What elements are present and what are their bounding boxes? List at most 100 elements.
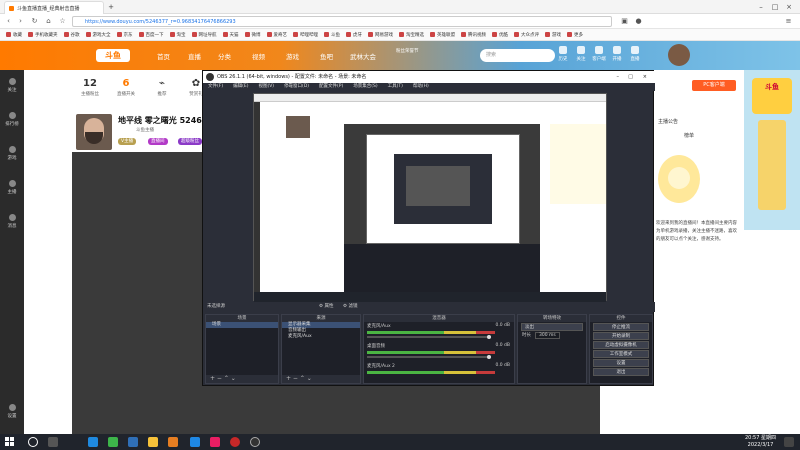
nav-promo-badge[interactable]: 粉丝荣誉节 (396, 48, 419, 54)
star-icon[interactable]: ☆ (58, 17, 67, 26)
search-icon[interactable] (28, 437, 38, 447)
task-view-icon[interactable] (48, 437, 58, 447)
bookmark-item[interactable]: 英雄联盟 (430, 32, 455, 38)
nav-home[interactable]: 首页 (157, 51, 170, 61)
start-recording-button[interactable]: 开始录制 (593, 332, 649, 340)
rail-item-follow[interactable]: 关注 (2, 78, 22, 93)
bookmark-item[interactable]: 游戏大全 (85, 32, 111, 38)
bookmark-item[interactable]: 网易游戏 (368, 32, 393, 38)
side-ad[interactable]: 斗鱼 (744, 70, 800, 230)
nav-video[interactable]: 视频 (252, 51, 265, 61)
chrome-icon[interactable] (108, 437, 118, 447)
duration-input[interactable]: 300 ms (535, 332, 560, 339)
settings-button[interactable]: 设置 (593, 359, 649, 367)
bookmark-item[interactable]: 优酷 (492, 32, 508, 38)
bookmark-item[interactable]: 腾讯视频 (461, 32, 486, 38)
nav-category[interactable]: 分类 (218, 51, 231, 61)
app-icon[interactable] (168, 437, 178, 447)
nav-fishbar[interactable]: 鱼吧 (320, 51, 333, 61)
obs-menu-item[interactable]: 停靠窗口(D) (284, 83, 309, 91)
obs-menu-item[interactable]: 场景集合(S) (353, 83, 377, 91)
bookmark-item[interactable]: 淘宝 (169, 32, 186, 38)
rail-item-games[interactable]: 游戏 (2, 146, 22, 161)
bookmark-item[interactable]: 更多 (567, 32, 583, 38)
nav-games[interactable]: 游戏 (286, 51, 299, 61)
transition-select[interactable]: 淡出 (521, 323, 583, 331)
filters-button[interactable]: ⚙ 滤镜 (343, 302, 357, 312)
obs-menu-item[interactable]: 帮助(H) (413, 83, 429, 91)
app-icon[interactable] (190, 437, 200, 447)
windows-start-icon[interactable] (5, 437, 15, 447)
extension-icon[interactable]: ▣ (620, 17, 629, 26)
exit-button[interactable]: 退出 (593, 368, 649, 376)
app-icon[interactable] (210, 437, 220, 447)
bookmark-item[interactable]: 网址导航 (191, 32, 217, 38)
stat-fans[interactable]: 12 主播粉丝 (74, 78, 106, 97)
client-button[interactable]: 客户端 (592, 46, 606, 62)
forward-icon[interactable]: › (16, 17, 25, 26)
pc-client-button[interactable]: PC客户端 (692, 80, 736, 91)
bookmark-item[interactable]: 天猫 (222, 32, 239, 38)
obs-close-icon[interactable]: × (643, 71, 647, 83)
notification-icon[interactable] (784, 437, 794, 447)
url-input[interactable]: https://www.douyu.com/5246377_r=0.968341… (72, 16, 612, 27)
obs-preview[interactable] (253, 93, 607, 302)
obs-menu-item[interactable]: 工具(T) (388, 83, 403, 91)
bookmark-item[interactable]: 百度一下 (138, 32, 164, 38)
rail-item-settings[interactable]: 设置 (2, 404, 22, 419)
stat-recommend[interactable]: ⌁ 推荐 (146, 78, 178, 97)
bookmark-item[interactable]: 收藏 (6, 32, 22, 38)
user-avatar[interactable] (668, 44, 690, 66)
tab-announcement[interactable]: 主播公告 (658, 118, 678, 125)
obs-maximize-icon[interactable]: □ (628, 71, 633, 83)
minimize-icon[interactable]: – (756, 2, 766, 12)
site-logo[interactable]: 斗鱼 (96, 49, 130, 62)
menu-icon[interactable]: ≡ (784, 17, 793, 26)
tab-ranking[interactable]: 榜单 (684, 132, 694, 139)
stat-live[interactable]: 6 直播开关 (110, 78, 142, 97)
search-input[interactable]: 搜索 (480, 49, 555, 62)
obs-menu-item[interactable]: 文件(F) (208, 83, 223, 91)
studio-mode-button[interactable]: 工作室模式 (593, 350, 649, 358)
rail-item-rank[interactable]: 排行榜 (2, 112, 22, 127)
follow-button[interactable]: 关注 (574, 46, 588, 62)
reload-icon[interactable]: ↻ (30, 17, 39, 26)
maximize-icon[interactable]: □ (770, 2, 780, 12)
obs-menu-item[interactable]: 视图(V) (258, 83, 274, 91)
start-stream-button[interactable]: 开播 (610, 46, 624, 62)
nav-live[interactable]: 直播 (188, 51, 201, 61)
bookmark-item[interactable]: 手机收藏夹 (28, 32, 58, 38)
app-icon[interactable] (230, 437, 240, 447)
sources-toolbar[interactable]: + − ⌃ ⌄ (282, 375, 360, 383)
bookmark-item[interactable]: 哔哩哔哩 (293, 32, 318, 38)
folder-icon[interactable] (148, 437, 158, 447)
bookmark-item[interactable]: 斗鱼 (324, 32, 340, 38)
rail-item-messages[interactable]: 消息 (2, 214, 22, 229)
scene-item[interactable]: 场景 (206, 322, 278, 328)
source-item[interactable]: 麦克风/Aux (282, 334, 360, 340)
bookmark-item[interactable]: 谷歌 (63, 32, 80, 38)
close-icon[interactable]: × (784, 2, 794, 12)
obs-menu-item[interactable]: 编辑(E) (233, 83, 248, 91)
streamer-avatar[interactable] (76, 114, 112, 150)
bookmark-item[interactable]: 游戏 (545, 32, 561, 38)
volume-slider[interactable] (367, 355, 491, 359)
profile-icon[interactable]: ● (634, 17, 643, 26)
scenes-toolbar[interactable]: + − ⌃ ⌄ (206, 375, 278, 383)
browser-tab[interactable]: 斗鱼直播直播_经典射击直播 (4, 1, 104, 14)
properties-button[interactable]: ⚙ 属性 (319, 302, 333, 312)
bookmark-item[interactable]: 大众点评 (514, 32, 539, 38)
obs-minimize-icon[interactable]: – (617, 71, 620, 83)
home-icon[interactable]: ⌂ (44, 17, 53, 26)
stop-streaming-button[interactable]: 停止推流 (593, 323, 649, 331)
history-button[interactable]: 历史 (556, 46, 570, 62)
bookmark-item[interactable]: 淘宝精选 (399, 32, 424, 38)
bookmark-item[interactable]: 爱奇艺 (266, 32, 287, 38)
app-icon[interactable] (128, 437, 138, 447)
obs-window[interactable]: OBS 26.1.1 (64-bit, windows) - 配置文件: 未命名… (202, 70, 655, 386)
system-clock[interactable]: 20:57 星期四 2022/3/17 (745, 435, 776, 449)
rail-item-anchor[interactable]: 主播 (2, 180, 22, 195)
obs-taskbar-icon[interactable] (250, 437, 260, 447)
virtual-camera-button[interactable]: 启动虚拟摄像机 (593, 341, 649, 349)
back-icon[interactable]: ‹ (4, 17, 13, 26)
